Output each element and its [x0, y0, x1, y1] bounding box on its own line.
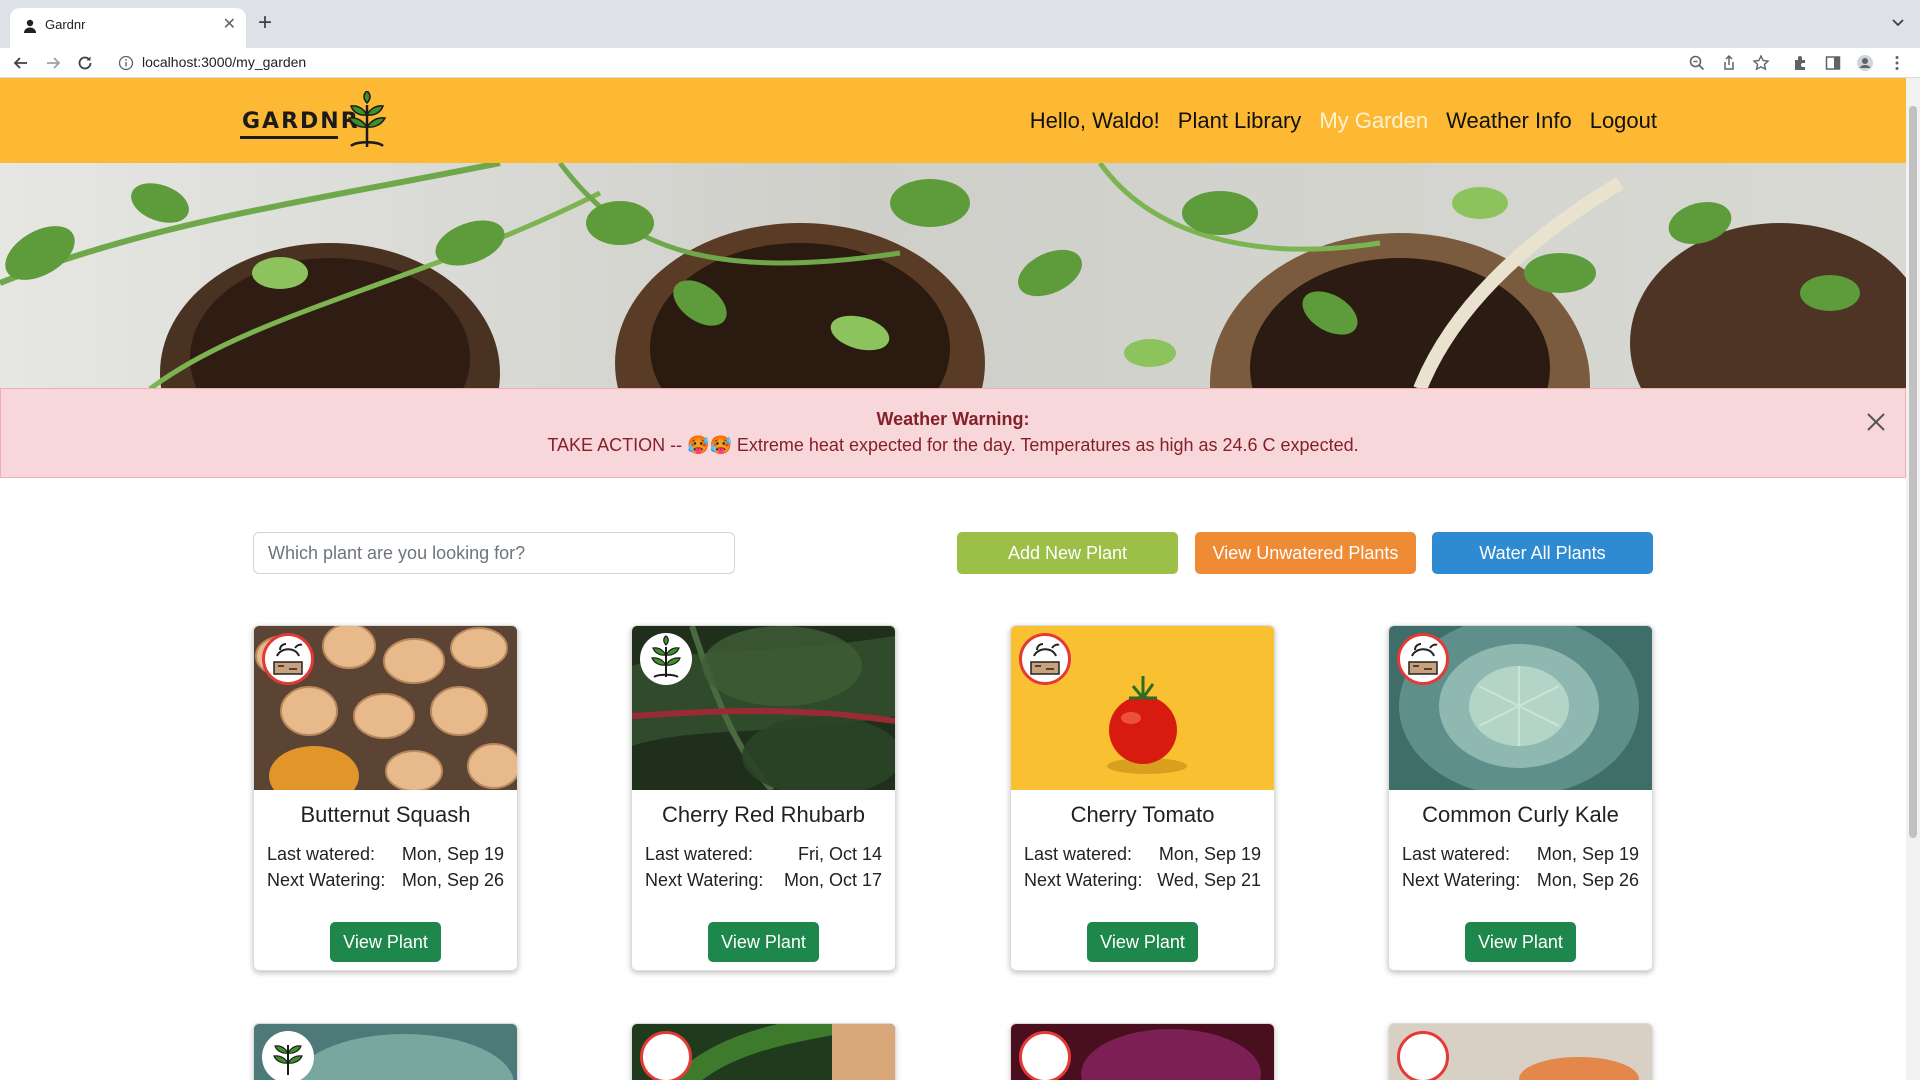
browser-toolbar: localhost:3000/my_garden [0, 48, 1920, 78]
tab-title: Gardnr [45, 17, 86, 32]
more-vertical-icon[interactable] [1888, 54, 1906, 72]
nav-plant-library[interactable]: Plant Library [1178, 108, 1302, 134]
next-watering-row: Next Watering: Mon, Sep 26 [1402, 870, 1639, 891]
bookmark-star-icon[interactable] [1752, 54, 1770, 72]
info-icon[interactable] [118, 55, 134, 71]
thirsty-plant-icon [640, 1031, 692, 1080]
view-plant-button[interactable]: View Plant [708, 922, 819, 962]
nav-links: Hello, Waldo! Plant Library My Garden We… [1030, 108, 1657, 134]
zoom-icon[interactable] [1688, 54, 1706, 72]
new-tab-icon[interactable]: + [258, 11, 272, 35]
next-watering-value: Mon, Sep 26 [1536, 870, 1639, 890]
next-watering-row: Next Watering: Mon, Sep 26 [267, 870, 504, 891]
thirsty-plant-icon [1019, 633, 1071, 685]
last-watered-value: Fri, Oct 14 [797, 844, 882, 864]
app-viewport: GARDNR Hello, Waldo! Plant Library My Ga… [0, 78, 1906, 1080]
view-plant-button[interactable]: View Plant [1465, 922, 1576, 962]
nav-weather-info[interactable]: Weather Info [1446, 108, 1572, 134]
thirsty-plant-icon [262, 633, 314, 685]
plant-card: Cherry Tomato Last watered: Mon, Sep 19 … [1010, 625, 1275, 971]
share-icon[interactable] [1720, 54, 1738, 72]
plant-card: Cherry Red Rhubarb Last watered: Fri, Oc… [631, 625, 896, 971]
last-watered-value: Mon, Sep 19 [401, 844, 504, 864]
next-watering-row: Next Watering: Wed, Sep 21 [1024, 870, 1261, 891]
thirsty-plant-icon [1397, 1031, 1449, 1080]
next-watering-label: Next Watering: [645, 870, 764, 890]
tab-close-icon[interactable]: ✕ [223, 16, 236, 34]
last-watered-row: Last watered: Mon, Sep 19 [267, 844, 504, 865]
last-watered-row: Last watered: Fri, Oct 14 [645, 844, 882, 865]
plant-name: Cherry Red Rhubarb [662, 802, 865, 827]
scrollbar-thumb[interactable] [1909, 106, 1917, 838]
next-watering-label: Next Watering: [1402, 870, 1521, 890]
last-watered-label: Last watered: [1024, 844, 1133, 864]
browser-tab-bar: Gardnr ✕ + [0, 0, 1920, 48]
close-icon[interactable] [1865, 411, 1887, 433]
alert-message: TAKE ACTION -- 🥵🥵 Extreme heat expected … [547, 435, 1359, 455]
last-watered-label: Last watered: [645, 844, 754, 864]
last-watered-label: Last watered: [267, 844, 376, 864]
add-new-plant-button[interactable]: Add New Plant [957, 532, 1178, 574]
thirsty-plant-icon [1397, 633, 1449, 685]
brand-logo[interactable]: GARDNR [240, 91, 390, 149]
back-arrow-icon[interactable] [12, 54, 30, 72]
plant-name: Butternut Squash [300, 802, 471, 827]
page-scrollbar[interactable] [1906, 78, 1920, 1080]
reload-icon[interactable] [76, 54, 94, 72]
next-watering-value: Wed, Sep 21 [1157, 870, 1261, 890]
plant-card: Common Curly Kale Last watered: Mon, Sep… [1388, 625, 1653, 971]
plant-card-partial[interactable] [631, 1023, 896, 1080]
healthy-plant-icon [640, 633, 692, 685]
address-bar[interactable]: localhost:3000/my_garden [110, 50, 1762, 76]
person-icon [24, 19, 36, 33]
alert-title: Weather Warning: [876, 409, 1030, 429]
view-unwatered-plants-button[interactable]: View Unwatered Plants [1195, 532, 1416, 574]
nav-my-garden[interactable]: My Garden [1319, 108, 1428, 134]
hero-banner-image [0, 163, 1906, 389]
plant-name: Common Curly Kale [1422, 802, 1619, 827]
extensions-icon[interactable] [1792, 54, 1810, 72]
profile-avatar-icon[interactable] [1856, 54, 1874, 72]
next-watering-label: Next Watering: [267, 870, 386, 890]
last-watered-value: Mon, Sep 19 [1158, 844, 1261, 864]
last-watered-label: Last watered: [1402, 844, 1511, 864]
healthy-plant-icon [262, 1031, 314, 1080]
plant-card: Butternut Squash Last watered: Mon, Sep … [253, 625, 518, 971]
plant-card-partial[interactable] [1010, 1023, 1275, 1080]
plant-search-input[interactable] [253, 532, 735, 574]
thirsty-plant-icon [1019, 1031, 1071, 1080]
next-watering-value: Mon, Oct 17 [783, 870, 882, 890]
plant-card-partial[interactable] [253, 1023, 518, 1080]
navbar: GARDNR Hello, Waldo! Plant Library My Ga… [0, 78, 1906, 163]
brand-name: GARDNR [242, 109, 360, 134]
last-watered-value: Mon, Sep 19 [1536, 844, 1639, 864]
next-watering-row: Next Watering: Mon, Oct 17 [645, 870, 882, 891]
sprout-logo-icon [347, 91, 387, 148]
next-watering-label: Next Watering: [1024, 870, 1143, 890]
next-watering-value: Mon, Sep 26 [401, 870, 504, 890]
weather-warning-alert: Weather Warning: TAKE ACTION -- 🥵🥵 Extre… [0, 388, 1906, 478]
nav-logout[interactable]: Logout [1590, 108, 1657, 134]
side-panel-icon[interactable] [1824, 54, 1842, 72]
browser-tab[interactable]: Gardnr ✕ [10, 8, 246, 48]
chevron-down-icon[interactable] [1890, 14, 1906, 30]
plant-card-partial[interactable] [1388, 1023, 1653, 1080]
nav-greeting[interactable]: Hello, Waldo! [1030, 108, 1160, 134]
plant-name: Cherry Tomato [1070, 802, 1215, 827]
url-text: localhost:3000/my_garden [142, 54, 307, 70]
forward-arrow-icon[interactable] [44, 54, 62, 72]
last-watered-row: Last watered: Mon, Sep 19 [1402, 844, 1639, 865]
brand-underline [240, 136, 338, 139]
view-plant-button[interactable]: View Plant [1087, 922, 1198, 962]
last-watered-row: Last watered: Mon, Sep 19 [1024, 844, 1261, 865]
water-all-plants-button[interactable]: Water All Plants [1432, 532, 1653, 574]
view-plant-button[interactable]: View Plant [330, 922, 441, 962]
